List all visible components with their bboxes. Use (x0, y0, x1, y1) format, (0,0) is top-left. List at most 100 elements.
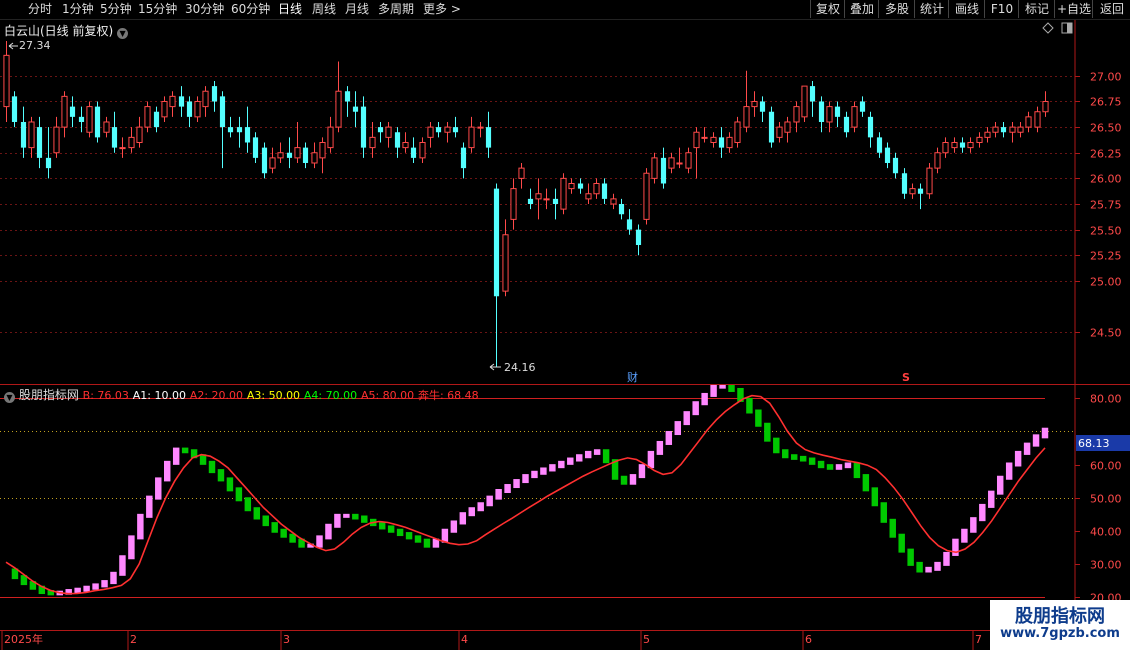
tab-fenshi[interactable]: 分时 (28, 1, 52, 18)
candle-body (1025, 116, 1032, 128)
fuquan-button[interactable]: 复权 (810, 0, 845, 18)
overlay-button[interactable]: 叠加 (844, 0, 879, 18)
indicator-chart[interactable]: 80.0060.0050.0040.0030.0020.00 68.13 (0, 385, 1130, 630)
candle-body (992, 126, 999, 133)
diamond-icon[interactable] (1042, 22, 1054, 34)
financial-report-marker[interactable]: 财 (627, 370, 638, 384)
watermark-url: www.7gpzb.com (1000, 626, 1120, 641)
candle-body (302, 147, 309, 163)
candle-body (651, 157, 658, 179)
candle-body (11, 96, 18, 122)
price-axis-label: 25.25 (1090, 250, 1122, 263)
candle-body (685, 152, 692, 169)
candle-body (535, 193, 542, 200)
benniu-block (522, 474, 529, 484)
benniu-block (665, 431, 673, 445)
benniu-block (826, 464, 834, 470)
candle-body (618, 204, 625, 215)
price-axis-label: 26.50 (1090, 122, 1122, 135)
benniu-block (101, 580, 108, 588)
benniu-block (146, 495, 153, 518)
candle-body (1017, 126, 1024, 133)
benniu-block (943, 551, 950, 566)
high-arrow-icon (8, 42, 18, 50)
benniu-block (110, 571, 117, 585)
benniu-block (316, 535, 323, 548)
tab-weekly[interactable]: 周线 (312, 1, 336, 18)
candle-body (859, 101, 866, 112)
candle-body (926, 167, 933, 195)
candle-body (1000, 127, 1007, 133)
tab-1min[interactable]: 1分钟 (62, 1, 94, 18)
tab-monthly[interactable]: 月线 (345, 1, 369, 18)
benniu-block (163, 460, 171, 482)
candle-body (161, 100, 168, 118)
indicator-param-a2: A2: 20.00 (189, 389, 244, 402)
tab-30min[interactable]: 30分钟 (185, 1, 224, 18)
time-axis-label: 5 (643, 633, 650, 646)
benniu-block (280, 528, 287, 538)
benniu-block (988, 490, 995, 508)
candle-body (942, 141, 949, 154)
indicator-axis-label: 80.00 (1090, 393, 1122, 406)
benniu-block (92, 583, 99, 590)
f10-button[interactable]: F10 (984, 0, 1019, 18)
benniu-block (567, 457, 574, 465)
benniu-block (844, 462, 852, 469)
tab-more[interactable]: 更多 > (423, 1, 461, 18)
candle-body (186, 101, 193, 117)
benniu-block (692, 401, 699, 416)
benniu-block (343, 513, 350, 518)
candle-body (136, 126, 143, 143)
benniu-block (710, 385, 717, 397)
candle-body (236, 127, 243, 133)
benniu-block (262, 515, 269, 527)
benniu-block (378, 522, 386, 530)
candle-body (194, 100, 201, 118)
candle-body (884, 147, 891, 163)
tab-daily[interactable]: 日线 (278, 1, 302, 18)
tab-5min[interactable]: 5分钟 (100, 1, 132, 18)
candle-body (635, 229, 642, 246)
indicator-axis-label: 50.00 (1090, 493, 1122, 506)
candle-body (959, 142, 966, 148)
mark-button[interactable]: 标记 (1018, 0, 1055, 18)
stats-button[interactable]: 统计 (914, 0, 949, 18)
candle-body (269, 157, 276, 169)
price-axis-label: 25.75 (1090, 199, 1122, 212)
chevron-down-icon[interactable]: ▼ (117, 28, 129, 39)
candle-body (917, 188, 924, 194)
candle-body (718, 137, 725, 148)
tab-60min[interactable]: 60分钟 (231, 1, 270, 18)
candle-body (335, 90, 342, 128)
benniu-block (889, 518, 896, 538)
candle-body (776, 126, 783, 138)
sell-signal-marker[interactable]: S (902, 371, 910, 384)
add-watchlist-button[interactable]: +自选 (1054, 0, 1093, 18)
candle-body (402, 141, 409, 149)
benniu-block (486, 495, 493, 507)
candle-body (643, 172, 650, 220)
back-button[interactable]: 返回 (1092, 0, 1130, 18)
benniu-block (782, 449, 789, 459)
draw-line-button[interactable]: 画线 (948, 0, 985, 18)
candlestick-chart[interactable]: 27.00 26.75 26.50 26.25 26.00 25.75 25.50 25.25… (0, 20, 1130, 385)
candle-body (244, 127, 251, 143)
benniu-block (361, 515, 368, 523)
candle-body (144, 106, 151, 128)
multi-stock-button[interactable]: 多股 (878, 0, 915, 18)
indicator-axis-label: 30.00 (1090, 559, 1122, 572)
time-axis-label: 3 (283, 633, 290, 646)
benniu-block (979, 503, 986, 522)
indicator-chevron-icon[interactable]: ▼ (4, 392, 15, 403)
benniu-block (495, 489, 502, 500)
benniu-block (334, 513, 341, 528)
candle-body (178, 96, 185, 107)
tab-multi-period[interactable]: 多周期 (378, 1, 414, 18)
benniu-block (271, 522, 278, 533)
benniu-block (683, 411, 690, 426)
candle-body (710, 136, 717, 143)
candle-body (352, 106, 359, 112)
tab-15min[interactable]: 15分钟 (138, 1, 177, 18)
candle-body (36, 127, 43, 158)
